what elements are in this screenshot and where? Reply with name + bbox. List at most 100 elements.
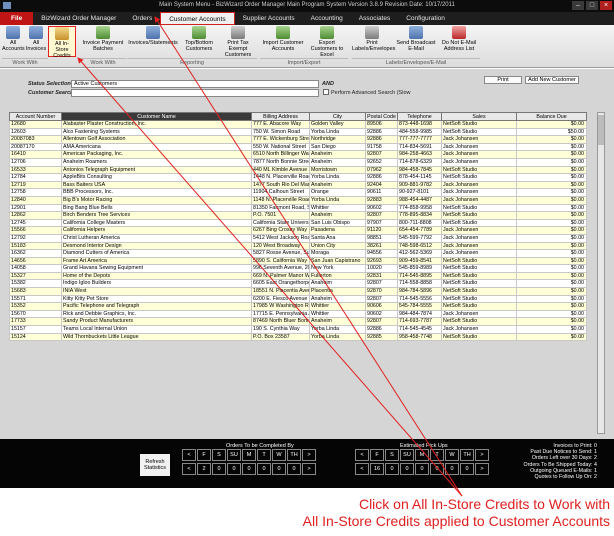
cell-balance-due: $0.00 — [516, 226, 587, 235]
table-row[interactable]: 12603 Alco Fastening Systems 750 W. Simon … — [9, 127, 587, 137]
table-row[interactable]: 12745 California College Masters Californi… — [9, 218, 587, 228]
pickups-next-arrow[interactable]: > — [475, 463, 489, 475]
advanced-search-checkbox[interactable] — [323, 89, 329, 95]
cell-city: Anaheim — [309, 157, 366, 167]
table-row[interactable]: 12862 Birch Benders Tree Services P.O. 750… — [9, 211, 587, 220]
col-sales[interactable]: Sales — [441, 112, 517, 121]
table-row[interactable]: 12901 Bing Bang Blue Bells 81350 Fairmont … — [9, 203, 587, 213]
close-icon[interactable]: × — [600, 1, 612, 10]
col-postal-code[interactable]: Postal Code — [365, 112, 398, 121]
maximize-icon[interactable]: □ — [586, 1, 598, 10]
tab-accounting[interactable]: Accounting — [303, 12, 351, 25]
table-row[interactable]: 15327 Home of the Depots 669 N. Palmer Man… — [9, 271, 587, 281]
table-row[interactable]: 12840 Big B's Motor Racing 1148 N. Placerv… — [9, 195, 587, 205]
orders-day-header[interactable]: > — [302, 449, 316, 461]
orders-next-arrow[interactable]: > — [302, 463, 316, 475]
table-row[interactable]: 14656 Frame Art America 5890 S. California… — [9, 256, 587, 266]
pickups-day-value[interactable]: 0 — [400, 463, 414, 475]
table-scrollbar[interactable] — [597, 112, 605, 434]
table-row[interactable]: 15571 Kitty Kitty Pet Store 6200 E. Fiesco… — [9, 294, 587, 304]
table-row[interactable]: 16410 American Packaging, Inc. 6510 North … — [9, 150, 587, 159]
tab-supplier-accounts[interactable]: Supplier Accounts — [235, 12, 303, 25]
email-icon — [409, 26, 423, 39]
col-billing-address[interactable]: Billing Address — [251, 112, 310, 121]
table-row[interactable]: 15352 Pacific Telephone and Telegraph 1798… — [9, 302, 587, 311]
pickups-day-value[interactable]: 0 — [445, 463, 459, 475]
table-row[interactable]: 17733 Sandy Product Manufacturers 87469 No… — [9, 317, 587, 327]
col-account-number[interactable]: Account Number — [9, 112, 62, 121]
col-balance-due[interactable]: Balance Due — [516, 112, 587, 121]
refresh-statistics-button[interactable]: Refresh Statistics — [140, 454, 170, 476]
print-labels-button[interactable]: Print Labels/Envelopes — [352, 26, 395, 57]
table-row[interactable]: 14058 Grand Havana Sewing Equipment 996 Se… — [9, 264, 587, 273]
table-row[interactable]: 20087083 Allentown Golf Association 777 E.… — [9, 135, 587, 144]
orders-day-value[interactable]: 0 — [212, 463, 226, 475]
export-customers-button[interactable]: Export Customers to Excel — [306, 26, 348, 58]
all-accounts-button[interactable]: All Accounts — [2, 26, 25, 57]
pickups-prev-arrow[interactable]: < — [355, 463, 369, 475]
pickups-day-value[interactable]: 0 — [385, 463, 399, 475]
all-invoices-button[interactable]: All Invoices — [25, 26, 47, 57]
print-button[interactable]: Print — [484, 76, 522, 84]
col-telephone[interactable]: Telephone — [397, 112, 442, 121]
table-row[interactable]: 15566 California Helpers 6267 Bing Crosby … — [9, 226, 587, 235]
cell-customer-name: Bing Bang Blue Bells — [61, 203, 252, 213]
tab-configuration[interactable]: Configuration — [398, 12, 453, 25]
tab-order-manager[interactable]: BizWizard Order Manager — [33, 12, 124, 25]
invoice-payment-batches-button[interactable]: Invoice Payment Batches — [80, 26, 126, 57]
pickups-day-value[interactable]: 0 — [460, 463, 474, 475]
orders-day-value[interactable]: 0 — [227, 463, 241, 475]
scrollbar-thumb[interactable] — [598, 115, 604, 145]
minimize-icon[interactable]: – — [572, 1, 584, 10]
cell-account-number: 16362 — [9, 249, 62, 258]
table-row[interactable]: 15183 Desmond Interior Design 120 West Bro… — [9, 241, 587, 251]
tab-orders[interactable]: Orders — [124, 12, 160, 25]
col-customer-name[interactable]: Customer Name — [61, 112, 252, 121]
table-row[interactable]: 12680 Alabaster Plaster Construction, Inc… — [9, 120, 587, 129]
table-row[interactable]: 16362 Diamond Cutters of America 5827 Ross… — [9, 249, 587, 258]
pickups-day-value[interactable]: 0 — [430, 463, 444, 475]
cell-postal-code: 92693 — [365, 256, 398, 266]
table-row[interactable]: 15683INIA West18551 N. Placentia AvenueP… — [9, 287, 587, 296]
top-bottom-customers-button[interactable]: Top/Bottom Customers — [180, 26, 218, 57]
table-row[interactable]: 12758 BBB Processors, Inc. 11904 Calhoun S… — [9, 188, 587, 197]
table-row[interactable]: 12719 Bass Baiters USA 1477 South Rio Del … — [9, 180, 587, 190]
pickups-day-value[interactable]: 0 — [415, 463, 429, 475]
import-customer-accounts-button[interactable]: Import Customer Accounts — [260, 26, 306, 57]
table-row[interactable]: 20087170 AMA Americana 550 W. National Str… — [9, 142, 587, 152]
cell-account-number: 12680 — [9, 120, 62, 129]
pickups-day-value[interactable]: 16 — [370, 463, 384, 475]
orders-day-value[interactable]: 0 — [242, 463, 256, 475]
all-in-store-credits-button[interactable]: All In-Store Credits — [48, 26, 76, 59]
table-row[interactable]: 12792 Christ Lutheran America 5412 West Ja… — [9, 233, 587, 243]
tab-customer-accounts[interactable]: Customer Accounts — [160, 12, 235, 25]
status-selection-dropdown[interactable]: Active Customers — [71, 80, 319, 88]
table-row[interactable]: 15157 Teams Local Internal Union 190 S. Cy… — [9, 325, 587, 334]
pickups-day-header[interactable]: < — [355, 449, 369, 461]
table-row[interactable]: 15382 Indigo Igloo Builders 6605 East Oran… — [9, 279, 587, 289]
cell-city: Whittier — [309, 309, 366, 319]
customer-search-input[interactable] — [71, 89, 319, 97]
print-tax-exempt-button[interactable]: Print Tax Exempt Customers — [219, 26, 257, 58]
stat-line[interactable]: Quotes to Follow Up On: 2 — [524, 474, 607, 480]
tab-associates[interactable]: Associates — [351, 12, 398, 25]
orders-day-value[interactable]: 2 — [197, 463, 211, 475]
cell-telephone: 748-598-6512 — [397, 241, 442, 251]
orders-day-value[interactable]: 0 — [272, 463, 286, 475]
do-not-email-list-button[interactable]: Do Not E-Mail Address List — [438, 26, 480, 57]
pickups-day-header[interactable]: > — [475, 449, 489, 461]
table-row[interactable]: 15670 Rick and Debbie Graphics, Inc. 17715… — [9, 309, 587, 319]
table-row[interactable]: 12784 AppleBits Consulting 1448 N. Placerv… — [9, 173, 587, 182]
orders-day-header[interactable]: < — [182, 449, 196, 461]
table-row[interactable]: 16533 Antonios Telegraph Equipment 440 ML … — [9, 165, 587, 175]
orders-day-value[interactable]: 0 — [287, 463, 301, 475]
tab-file[interactable]: File — [0, 12, 34, 25]
col-city[interactable]: City — [309, 112, 366, 121]
table-row[interactable]: 12706 Anaheim Roamers 7877 North Bonnie St… — [9, 157, 587, 167]
orders-day-value[interactable]: 0 — [257, 463, 271, 475]
send-broadcast-email-button[interactable]: Send Broadcast E-Mail — [394, 26, 438, 57]
table-row[interactable]: 15124 Wild Thornbuckets Little League P.O.… — [9, 332, 587, 342]
add-new-customer-button[interactable]: Add New Customer — [525, 76, 579, 84]
orders-prev-arrow[interactable]: < — [182, 463, 196, 475]
invoices-statements-button[interactable]: Invoices/Statements — [127, 26, 179, 57]
